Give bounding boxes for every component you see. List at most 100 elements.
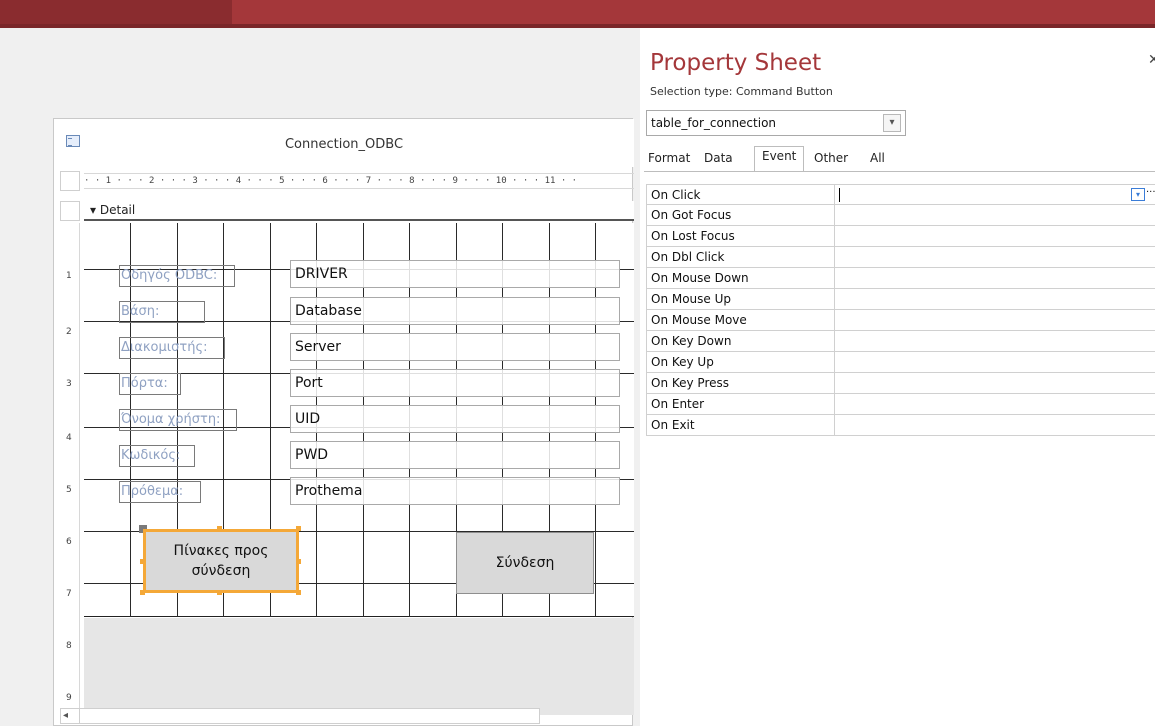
property-name: On Got Focus — [646, 205, 835, 226]
property-row[interactable]: On Key Up — [646, 352, 1155, 373]
property-value[interactable] — [835, 331, 1155, 352]
tables-for-connection-button[interactable]: Πίνακες προς σύνδεση — [143, 529, 299, 593]
property-name: On Click — [646, 185, 835, 206]
form-selector[interactable] — [60, 171, 80, 191]
resize-handle[interactable] — [140, 590, 145, 595]
arrow-down-icon: ▾ — [90, 203, 97, 217]
form-background-area — [84, 618, 634, 715]
form-design-window: Connection_ODBC · · 1 · · · 2 · · · 3 · … — [53, 118, 634, 726]
property-row[interactable]: On Mouse Up — [646, 289, 1155, 310]
vruler-tick: 3 — [66, 379, 72, 389]
property-row[interactable]: On Got Focus — [646, 205, 1155, 226]
property-value[interactable] — [835, 205, 1155, 226]
textbox-driver[interactable]: DRIVER — [290, 260, 620, 288]
horizontal-ruler[interactable]: · · 1 · · · 2 · · · 3 · · · 4 · · · 5 · … — [84, 173, 634, 189]
label-server[interactable]: Διακομιστής: — [119, 337, 225, 359]
vruler-tick: 7 — [66, 589, 72, 599]
tab-underline — [644, 171, 1155, 172]
property-value[interactable] — [835, 415, 1155, 436]
property-value[interactable] — [835, 289, 1155, 310]
scroll-left-icon[interactable]: ◂ — [63, 710, 68, 721]
property-sheet-title: Property Sheet — [650, 50, 822, 76]
property-name: On Mouse Move — [646, 310, 835, 331]
property-name: On Mouse Down — [646, 268, 835, 289]
tab-other[interactable]: Other — [814, 151, 848, 165]
property-row[interactable]: On Exit — [646, 415, 1155, 436]
form-title-bar: Connection_ODBC — [54, 119, 634, 167]
property-sheet-pane: Property Sheet ✕ Selection type: Command… — [640, 28, 1155, 726]
label-prothema[interactable]: Πρόθεμα: — [119, 481, 201, 503]
property-value-on-click[interactable]: ▾ ··· — [835, 185, 1155, 206]
label-uid[interactable]: Όνομα χρήστη: — [119, 409, 237, 431]
property-name: On Key Up — [646, 352, 835, 373]
resize-handle[interactable] — [296, 526, 301, 531]
ruler-row: · · 1 · · · 2 · · · 3 · · · 4 · · · 5 · … — [54, 171, 634, 195]
vruler-tick: 8 — [66, 641, 72, 651]
textbox-server[interactable]: Server — [290, 333, 620, 361]
vertical-ruler[interactable]: 1 2 3 4 5 6 7 8 9 — [60, 223, 80, 715]
builder-ellipsis-icon[interactable]: ··· — [1146, 188, 1155, 201]
horizontal-scrollbar[interactable]: ◂ — [60, 708, 540, 724]
resize-handle[interactable] — [217, 590, 222, 595]
vruler-tick: 6 — [66, 537, 72, 547]
property-value[interactable] — [835, 226, 1155, 247]
connect-button[interactable]: Σύνδεση — [456, 532, 594, 594]
chevron-down-icon[interactable]: ▾ — [1131, 188, 1145, 201]
label-driver[interactable]: Οδηγός ODBC: — [119, 265, 235, 287]
tab-all[interactable]: All — [870, 151, 885, 165]
property-name: On Dbl Click — [646, 247, 835, 268]
ribbon-tab-area — [0, 0, 232, 24]
resize-handle[interactable] — [217, 526, 222, 531]
textbox-prothema[interactable]: Prothema — [290, 477, 620, 505]
property-row[interactable]: On Mouse Move — [646, 310, 1155, 331]
object-selector-combo[interactable]: table_for_connection ▾ — [646, 110, 906, 136]
property-name: On Key Press — [646, 373, 835, 394]
property-row[interactable]: On Enter — [646, 394, 1155, 415]
vruler-tick: 4 — [66, 433, 72, 443]
detail-grid[interactable]: Οδηγός ODBC: DRIVER Βάση: Database Διακο… — [84, 223, 634, 617]
property-name: On Enter — [646, 394, 835, 415]
textbox-uid[interactable]: UID — [290, 405, 620, 433]
property-tabs: Format Data Event Other All — [644, 146, 1155, 172]
scrollbar-divider — [79, 709, 80, 723]
property-row[interactable]: On Mouse Down — [646, 268, 1155, 289]
property-row[interactable]: On Click ▾ ··· — [646, 184, 1155, 206]
textbox-port[interactable]: Port — [290, 369, 620, 397]
resize-handle[interactable] — [296, 590, 301, 595]
chevron-down-icon[interactable]: ▾ — [883, 114, 901, 132]
form-title: Connection_ODBC — [284, 137, 404, 152]
property-value[interactable] — [835, 373, 1155, 394]
property-value[interactable] — [835, 247, 1155, 268]
property-value[interactable] — [835, 352, 1155, 373]
property-value[interactable] — [835, 394, 1155, 415]
textbox-database[interactable]: Database — [290, 297, 620, 325]
label-port[interactable]: Πόρτα: — [119, 373, 181, 395]
vruler-tick: 9 — [66, 693, 72, 703]
property-row[interactable]: On Key Down — [646, 331, 1155, 352]
property-value[interactable] — [835, 310, 1155, 331]
property-name: On Key Down — [646, 331, 835, 352]
object-selector-value: table_for_connection — [651, 116, 777, 130]
property-name: On Lost Focus — [646, 226, 835, 247]
property-name: On Exit — [646, 415, 835, 436]
title-bar — [0, 0, 1155, 28]
tab-event[interactable]: Event — [762, 149, 796, 163]
property-row[interactable]: On Key Press — [646, 373, 1155, 394]
section-selector[interactable] — [60, 201, 80, 221]
selection-type-label: Selection type: Command Button — [650, 85, 833, 98]
close-icon[interactable]: ✕ — [1148, 52, 1155, 68]
detail-section-bar[interactable]: ▾ Detail — [84, 201, 634, 221]
detail-section-label: Detail — [99, 203, 136, 217]
resize-handle[interactable] — [296, 559, 301, 564]
text-caret — [839, 188, 840, 202]
label-pwd[interactable]: Κωδικός: — [119, 445, 195, 467]
label-database[interactable]: Βάση: — [119, 301, 205, 323]
property-name: On Mouse Up — [646, 289, 835, 310]
tab-format[interactable]: Format — [648, 151, 690, 165]
tab-data[interactable]: Data — [704, 151, 733, 165]
textbox-pwd[interactable]: PWD — [290, 441, 620, 469]
property-row[interactable]: On Dbl Click — [646, 247, 1155, 268]
property-row[interactable]: On Lost Focus — [646, 226, 1155, 247]
resize-handle[interactable] — [140, 559, 145, 564]
property-value[interactable] — [835, 268, 1155, 289]
